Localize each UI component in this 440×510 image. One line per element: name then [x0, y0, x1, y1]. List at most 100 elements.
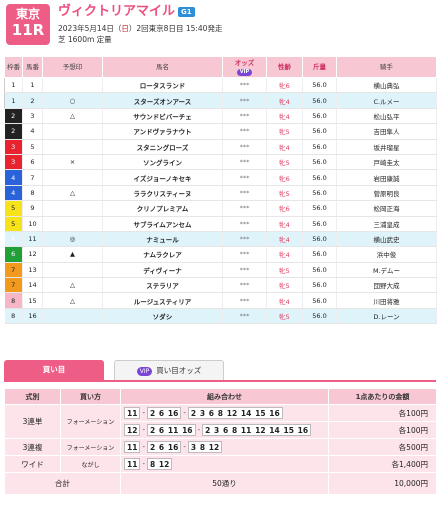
carried-weight: 56.0: [302, 108, 337, 125]
table-row[interactable]: 5 9 クリノプレミアム *** 牝6 56.0 松岡正海: [4, 200, 437, 217]
horse-name[interactable]: サブライムアンセム: [102, 216, 223, 232]
bet-row: 3連単 フォーメーション 11-2 6 16-2 3 6 8 12 14 15 16…: [4, 404, 437, 439]
waku-cell: 5: [4, 216, 23, 232]
race-title: ヴィクトリアマイル G1: [58, 4, 195, 20]
bet-row: ワイド ながし 11-8 12 各1,400円: [4, 455, 437, 473]
carried-weight: 56.0: [302, 277, 337, 294]
tab-buy-odds-label: 買い目オッズ: [156, 366, 202, 375]
bet-combination: 11-2 6 16-3 8 12: [120, 438, 329, 456]
combo-separator: -: [197, 426, 201, 434]
sex-age: 牝4: [266, 92, 303, 109]
table-row[interactable]: 1 1 ロータスランド *** 牝6 56.0 横山典弘: [4, 76, 437, 94]
horse-name[interactable]: スタニングローズ: [102, 139, 223, 155]
horse-name[interactable]: ディヴィーナ: [102, 262, 223, 279]
horse-name[interactable]: ナミュール: [102, 231, 223, 248]
table-row[interactable]: 7 14 △ ステラリア *** 牝5 56.0 団野大成: [4, 277, 437, 294]
horse-name[interactable]: ロータスランド: [102, 77, 223, 94]
horse-name[interactable]: イズジョーノキセキ: [102, 169, 223, 186]
bet-type: 3連単: [4, 404, 61, 439]
table-row[interactable]: 2 4 アンドヴァラナウト *** 牝5 56.0 吉田隼人: [4, 123, 437, 140]
horse-name[interactable]: ナムラクレア: [102, 246, 223, 263]
waku-cell: 3: [4, 154, 23, 171]
col-weight: 斤量: [302, 56, 337, 78]
combo-group: 2 6 16: [146, 407, 182, 419]
combo-separator: -: [183, 443, 186, 451]
horse-number: 10: [22, 216, 43, 232]
jockey-name: M.デムー: [336, 262, 437, 279]
bet-col-method: 買い方: [60, 388, 121, 405]
horse-number: 11: [22, 231, 43, 248]
prediction-mark: [42, 200, 103, 217]
horse-name[interactable]: ステラリア: [102, 277, 223, 294]
combination-boxes: 11-2 6 16-3 8 12: [124, 439, 325, 455]
race-date: 2023年5月14日（: [58, 24, 122, 33]
horse-name[interactable]: ルージュスティリア: [102, 292, 223, 309]
carried-weight: 56.0: [302, 92, 337, 109]
table-row[interactable]: 5 10 サブライムアンセム *** 牝4 56.0 三浦皇成: [4, 216, 437, 232]
jockey-name: 三浦皇成: [336, 216, 437, 232]
vip-badge: VIP: [136, 367, 153, 376]
combo-group: 2 3 6 8 12 14 15 16: [187, 407, 283, 419]
horse-name[interactable]: クリノプレミアム: [102, 200, 223, 217]
race-course: 芝 1600m 定量: [58, 35, 112, 44]
prediction-mark: ○: [42, 92, 103, 109]
table-row[interactable]: 7 13 ディヴィーナ *** 牝5 56.0 M.デムー: [4, 262, 437, 279]
odds-value: ***: [222, 308, 267, 325]
col-sexage: 性齢: [266, 56, 303, 78]
table-row[interactable]: 2 3 △ サウンドビバーチェ *** 牝4 56.0 松山弘平: [4, 108, 437, 125]
carried-weight: 56.0: [302, 123, 337, 140]
odds-value: ***: [222, 139, 267, 155]
horse-name[interactable]: ララクリスティーヌ: [102, 185, 223, 202]
sex-age: 牝4: [266, 246, 303, 263]
tab-buy-odds[interactable]: VIP 買い目オッズ: [114, 360, 224, 380]
table-row[interactable]: 3 5 スタニングローズ *** 牝4 56.0 坂井瑠星: [4, 139, 437, 155]
carried-weight: 56.0: [302, 308, 337, 325]
table-row[interactable]: 4 7 イズジョーノキセキ *** 牝6 56.0 岩田康誠: [4, 169, 437, 186]
prediction-mark: △: [42, 292, 103, 309]
horse-number: 15: [22, 292, 43, 309]
combo-group: 11: [124, 441, 141, 453]
col-odds-label: オッズ: [234, 58, 255, 67]
combination-boxes: 12-2 6 11 16-2 3 6 8 11 12 14 15 16: [124, 422, 325, 438]
prediction-mark: [42, 169, 103, 186]
carried-weight: 56.0: [302, 231, 337, 248]
sex-age: 牝5: [266, 154, 303, 171]
col-pred: 予想印: [42, 56, 103, 78]
odds-value: ***: [222, 154, 267, 171]
table-row[interactable]: 8 16 ソダシ *** 牝5 56.0 D.レーン: [4, 308, 437, 325]
tab-buy[interactable]: 買い目: [4, 360, 104, 380]
table-row[interactable]: 8 15 △ ルージュスティリア *** 牝4 56.0 川田将雅: [4, 292, 437, 309]
combo-group: 8 12: [146, 458, 173, 470]
bet-body: 3連単 フォーメーション 11-2 6 16-2 3 6 8 12 14 15 16…: [4, 404, 437, 495]
horse-name[interactable]: サウンドビバーチェ: [102, 108, 223, 125]
horse-name[interactable]: アンドヴァラナウト: [102, 123, 223, 140]
bet-method: ながし: [60, 455, 121, 473]
horse-name[interactable]: ソダシ: [102, 308, 223, 325]
odds-value: ***: [222, 200, 267, 217]
prediction-mark: [42, 262, 103, 279]
bet-col-combo: 組み合わせ: [120, 388, 329, 405]
table-row[interactable]: 6 11 ◎ ナミュール *** 牝4 56.0 横山武史: [4, 231, 437, 248]
table-row[interactable]: 6 12 ▲ ナムラクレア *** 牝4 56.0 浜中俊: [4, 246, 437, 263]
carried-weight: 56.0: [302, 200, 337, 217]
horse-name[interactable]: スターズオンアース: [102, 92, 223, 109]
combo-separator: -: [142, 409, 145, 417]
odds-value: ***: [222, 108, 267, 125]
bet-table: 式別 買い方 組み合わせ 1点あたりの金額 3連単 フォーメーション 11-2 6 …: [4, 388, 437, 495]
odds-value: ***: [222, 169, 267, 186]
horse-number: 7: [22, 169, 43, 186]
horse-name[interactable]: ソングライン: [102, 154, 223, 171]
jockey-name: 松山弘平: [336, 108, 437, 125]
carried-weight: 56.0: [302, 154, 337, 171]
prediction-mark: △: [42, 108, 103, 125]
total-row: 合計 50通り 10,000円: [4, 472, 437, 495]
horse-number: 2: [22, 92, 43, 109]
horse-number: 4: [22, 123, 43, 140]
carried-weight: 56.0: [302, 246, 337, 263]
bet-col-type: 式別: [4, 388, 61, 405]
table-row[interactable]: 3 6 × ソングライン *** 牝5 56.0 戸崎圭太: [4, 154, 437, 171]
table-row[interactable]: 4 8 △ ララクリスティーヌ *** 牝5 56.0 菅原明良: [4, 185, 437, 202]
jockey-name: 浜中俊: [336, 246, 437, 263]
table-row[interactable]: 1 2 ○ スターズオンアース *** 牝4 56.0 C.ルメー: [4, 92, 437, 109]
combination-boxes: 11-8 12: [124, 456, 325, 472]
